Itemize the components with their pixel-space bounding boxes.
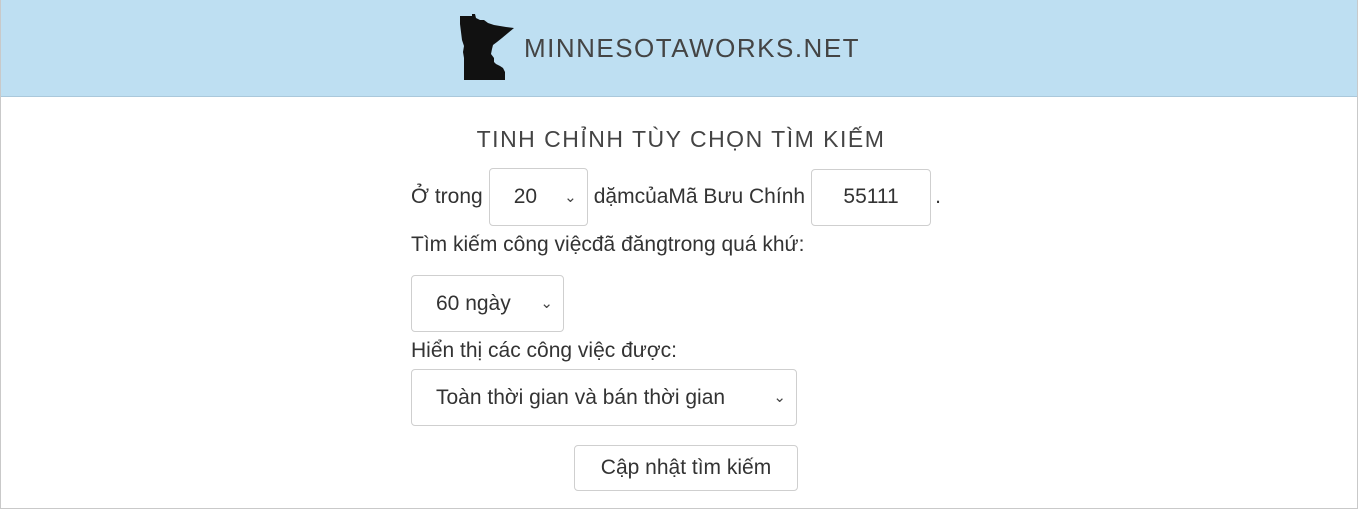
days-posted-select[interactable]: 60 ngày ⌄ xyxy=(411,275,564,332)
miles-of-zip-label: dặmcủaMã Bưu Chính xyxy=(593,185,806,208)
period-text: . xyxy=(935,185,941,208)
days-row: 60 ngày ⌄ xyxy=(411,275,564,332)
chevron-down-icon: ⌄ xyxy=(540,295,553,312)
zip-code-input[interactable]: 55111 xyxy=(811,168,932,226)
job-type-select[interactable]: Toàn thời gian và bán thời gian ⌄ xyxy=(411,369,797,426)
update-search-button[interactable]: Cập nhật tìm kiếm xyxy=(574,445,798,491)
within-label: Ở trong xyxy=(411,185,483,208)
show-jobs-label: Hiển thị các công việc được: xyxy=(411,339,677,362)
site-header: MINNESOTAWORKS.NET xyxy=(1,0,1357,97)
chevron-down-icon: ⌄ xyxy=(564,188,577,206)
page: MINNESOTAWORKS.NET TINH CHỈNH TÙY CHỌN T… xyxy=(0,0,1358,509)
job-type-value: Toàn thời gian và bán thời gian xyxy=(436,385,726,409)
site-name: MINNESOTAWORKS.NET xyxy=(523,32,861,63)
section-title: TINH CHỈNH TÙY CHỌN TÌM KIẾM xyxy=(476,126,886,152)
location-row: Ở trong 20 ⌄ dặmcủaMã Bưu Chính 55111 . xyxy=(411,168,941,226)
show-jobs-label-row: Hiển thị các công việc được: xyxy=(411,339,677,363)
job-type-row: Toàn thời gian và bán thời gian ⌄ xyxy=(411,369,797,426)
minnesota-logo-icon xyxy=(458,14,516,82)
chevron-down-icon: ⌄ xyxy=(773,389,786,406)
zip-value: 55111 xyxy=(843,185,899,208)
radius-value: 20 xyxy=(513,185,538,208)
brand[interactable]: MINNESOTAWORKS.NET xyxy=(458,14,860,82)
days-value: 60 ngày xyxy=(436,291,511,315)
posted-within-label: Tìm kiếm công việcđã đăngtrong quá khứ: xyxy=(411,233,805,256)
radius-select[interactable]: 20 ⌄ xyxy=(488,168,588,226)
posted-label-row: Tìm kiếm công việcđã đăngtrong quá khứ: xyxy=(411,233,804,257)
